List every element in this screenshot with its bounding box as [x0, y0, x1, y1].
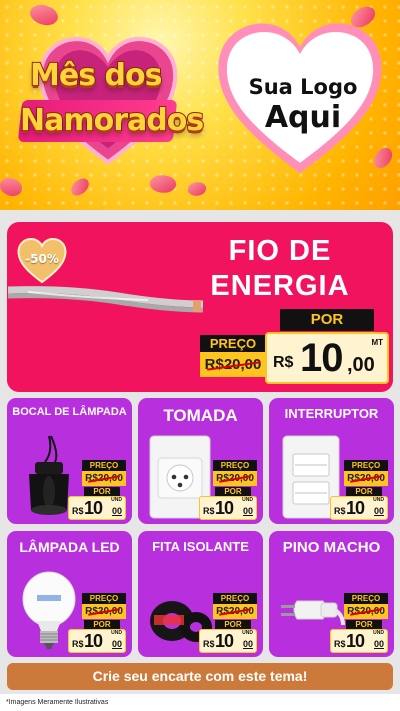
price-cents: ,00 — [347, 354, 375, 376]
product-name: TOMADA — [163, 406, 238, 425]
price-integer: 10 — [346, 631, 365, 651]
price-unit: UND — [242, 497, 253, 503]
old-price: PREÇO R$20,00 — [344, 460, 388, 486]
title-line-2: Namorados — [19, 102, 205, 139]
currency: R$ — [273, 354, 294, 371]
price-integer: 10 — [215, 631, 234, 651]
header-banner: Mês dos Namorados Sua Logo Aqui — [0, 0, 400, 210]
old-price-label: PREÇO — [200, 335, 266, 352]
product-name: FITA ISOLANTE — [152, 539, 249, 554]
cta-button[interactable]: Crie seu encarte com este tema! — [7, 663, 393, 690]
old-price: PREÇO R$20,00 — [82, 460, 126, 486]
price-integer: 10 — [300, 336, 343, 380]
price-unit: UND — [111, 630, 122, 636]
product-name: LÂMPADA LED — [19, 539, 120, 555]
price-cents: 00 — [373, 639, 384, 649]
currency: R$ — [334, 639, 346, 649]
old-price-value: R$20,00 — [344, 471, 388, 486]
price-unit: UND — [242, 630, 253, 636]
old-price-label: PREÇO — [344, 593, 388, 604]
title-line-1: Mês dos — [29, 57, 163, 94]
price-unit: UND — [373, 497, 384, 503]
old-price-value: R$20,00 — [344, 604, 388, 619]
old-price-label: PREÇO — [213, 593, 257, 604]
old-price: PREÇO R$20,00 — [213, 460, 257, 486]
old-price-label: PREÇO — [82, 460, 126, 471]
price-integer: 10 — [84, 631, 103, 651]
new-price: R$ 10 00 UND — [68, 629, 126, 653]
old-price-value: R$20,00 — [82, 471, 126, 486]
old-price-value: R$20,00 — [82, 604, 126, 619]
featured-new-price: R$ 10 ,00 MT — [265, 332, 389, 384]
old-price-label: PREÇO — [213, 460, 257, 471]
price-unit: UND — [373, 630, 384, 636]
price-cents: 00 — [242, 506, 253, 516]
currency: R$ — [334, 506, 346, 516]
featured-title: FIO DE ENERGIA — [210, 235, 350, 303]
price-cents: 00 — [373, 506, 384, 516]
price-cents: 00 — [111, 506, 122, 516]
featured-por-label: POR — [280, 309, 374, 331]
currency: R$ — [203, 506, 215, 516]
product-card[interactable]: TOMADA PREÇO R$20,00 POR R$ 10 00 UND — [138, 398, 263, 524]
product-card[interactable]: FITA ISOLANTE PREÇO R$20,00 POR R$ 10 00 UND — [138, 531, 263, 657]
power-cable-icon — [8, 286, 203, 313]
price-integer: 10 — [215, 498, 234, 518]
old-price-value: R$20,00 — [213, 604, 257, 619]
logo-text-line-2: Aqui — [264, 100, 342, 135]
price-unit: UND — [111, 497, 122, 503]
discount-badge: -50% — [25, 252, 59, 266]
currency: R$ — [72, 506, 84, 516]
product-card[interactable]: PINO MACHO PREÇO R$20,00 POR R$ 10 00 UND — [269, 531, 394, 657]
product-name: PINO MACHO — [282, 539, 381, 556]
flyer-page: Mês dos Namorados Sua Logo Aqui -50% FIO… — [0, 0, 400, 711]
old-price-label: PREÇO — [344, 460, 388, 471]
old-price: PREÇO R$20,00 — [213, 593, 257, 619]
product-name: BOCAL DE LÂMPADA — [12, 406, 127, 418]
new-price: R$ 10 00 UND — [199, 629, 257, 653]
price-cents: 00 — [111, 639, 122, 649]
footer-note: *Imagens Meramente Ilustrativas — [0, 694, 400, 711]
new-price: R$ 10 00 UND — [330, 629, 388, 653]
logo-text-line-1: Sua Logo — [248, 75, 358, 99]
currency: R$ — [203, 639, 215, 649]
price-cents: 00 — [242, 639, 253, 649]
old-price: PREÇO R$20,00 — [82, 593, 126, 619]
price-unit: MT — [371, 338, 383, 347]
product-card[interactable]: INTERRUPTOR PREÇO R$20,00 POR R$ 10 00 UND — [269, 398, 394, 524]
price-integer: 10 — [346, 498, 365, 518]
featured-old-price: PREÇO R$20,00 — [200, 335, 266, 377]
product-card[interactable]: BOCAL DE LÂMPADA PREÇO R$20,00 POR R$ 10 00 UND — [7, 398, 132, 524]
old-price: PREÇO R$20,00 — [344, 593, 388, 619]
new-price: R$ 10 00 UND — [68, 496, 126, 520]
old-price-value: R$20,00 — [213, 471, 257, 486]
old-price-label: PREÇO — [82, 593, 126, 604]
product-name: INTERRUPTOR — [284, 406, 379, 421]
old-price-value: R$20,00 — [200, 352, 266, 377]
product-card[interactable]: LÂMPADA LED PREÇO R$20,00 POR R$ 10 00 UND — [7, 531, 132, 657]
new-price: R$ 10 00 UND — [330, 496, 388, 520]
new-price: R$ 10 00 UND — [199, 496, 257, 520]
currency: R$ — [72, 639, 84, 649]
price-integer: 10 — [84, 498, 103, 518]
